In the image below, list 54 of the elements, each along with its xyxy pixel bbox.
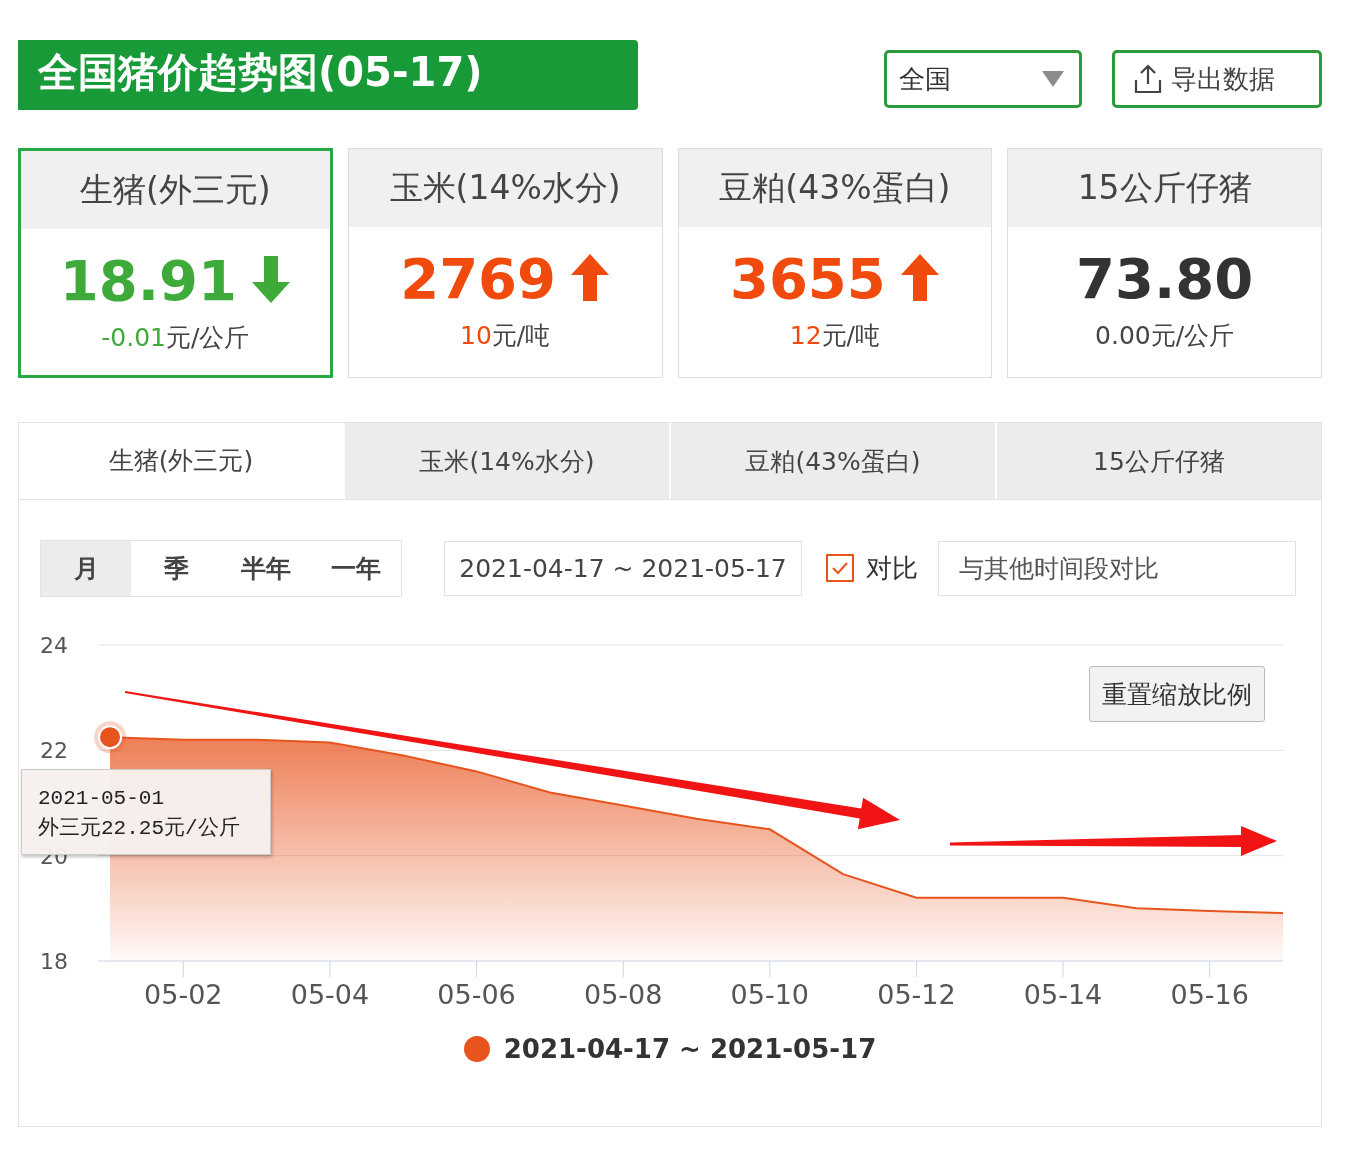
- card-title: 玉米(14%水分): [348, 149, 662, 227]
- commodity-tab[interactable]: 15公斤仔猪: [995, 423, 1321, 499]
- export-button[interactable]: 导出数据: [1112, 50, 1322, 108]
- tick-mark: [769, 960, 771, 978]
- x-axis-label: 05-02: [144, 979, 223, 1010]
- dropdown-caret-icon: [1041, 69, 1065, 89]
- title-banner: 全国猪价趋势图(05-17): [18, 40, 638, 110]
- compare-label: 对比: [866, 551, 918, 585]
- region-dropdown[interactable]: 全国: [884, 50, 1082, 108]
- y-axis-label: 24: [40, 633, 68, 658]
- price-change: 0.00元/公斤: [1094, 320, 1236, 352]
- x-axis-label: 05-10: [730, 979, 810, 1010]
- checkmark-icon: [831, 561, 849, 575]
- reset-zoom-button[interactable]: 重置缩放比例: [1089, 666, 1265, 722]
- date-range-field[interactable]: 2021-04-17 ~ 2021-05-17: [444, 540, 802, 596]
- compare-checkbox[interactable]: [826, 554, 854, 582]
- tick-mark: [622, 960, 624, 978]
- commodity-tab[interactable]: 玉米(14%水分): [343, 423, 669, 499]
- x-axis-label: 05-06: [437, 979, 516, 1010]
- y-axis-label: 22: [40, 738, 68, 764]
- tooltip-date: 2021-05-01: [38, 786, 166, 812]
- price-card[interactable]: 玉米(14%水分) 2769 10元/吨: [347, 148, 663, 378]
- price-card[interactable]: 豆粕(43%蛋白) 3655 12元/吨: [677, 148, 993, 378]
- price-change: 10元/吨: [459, 320, 552, 352]
- price-value: 73.80: [1076, 245, 1254, 311]
- price-value: 18.91: [59, 247, 237, 313]
- card-title: 生猪(外三元): [21, 151, 330, 229]
- commodity-tab[interactable]: 豆粕(43%蛋白): [669, 423, 995, 499]
- highlight-point[interactable]: [94, 721, 126, 754]
- price-change: -0.01元/公斤: [100, 322, 251, 354]
- card-title: 15公斤仔猪: [1008, 149, 1321, 227]
- up-arrow-icon: [570, 254, 611, 302]
- legend-label[interactable]: 2021-04-17 ~ 2021-05-17: [503, 1034, 877, 1064]
- tick-mark: [1209, 960, 1211, 978]
- price-change: 12元/吨: [788, 320, 881, 352]
- tooltip-value: 外三元22.25元/公斤: [38, 815, 241, 842]
- tick-mark: [182, 960, 184, 978]
- x-axis-label: 05-14: [1023, 979, 1103, 1010]
- price-value: 3655: [729, 245, 886, 311]
- tick-mark: [915, 960, 917, 978]
- price-card[interactable]: 生猪(外三元) 18.91 -0.01元/公斤: [18, 148, 333, 378]
- price-value: 2769: [400, 245, 557, 311]
- tick-mark: [476, 960, 478, 978]
- period-button[interactable]: 月: [41, 540, 131, 596]
- card-title: 豆粕(43%蛋白): [678, 149, 992, 227]
- x-axis-label: 05-04: [290, 979, 370, 1010]
- x-axis-label: 05-16: [1170, 979, 1249, 1010]
- compare-period-field[interactable]: 与其他时间段对比: [938, 540, 1296, 596]
- x-axis-label: 05-08: [583, 979, 663, 1010]
- up-arrow-icon: [899, 254, 940, 302]
- y-axis-label: 18: [40, 949, 68, 974]
- down-arrow-icon: [250, 256, 291, 304]
- x-axis-label: 05-12: [877, 979, 956, 1010]
- price-card[interactable]: 15公斤仔猪 73.80 0.00元/公斤: [1007, 148, 1322, 378]
